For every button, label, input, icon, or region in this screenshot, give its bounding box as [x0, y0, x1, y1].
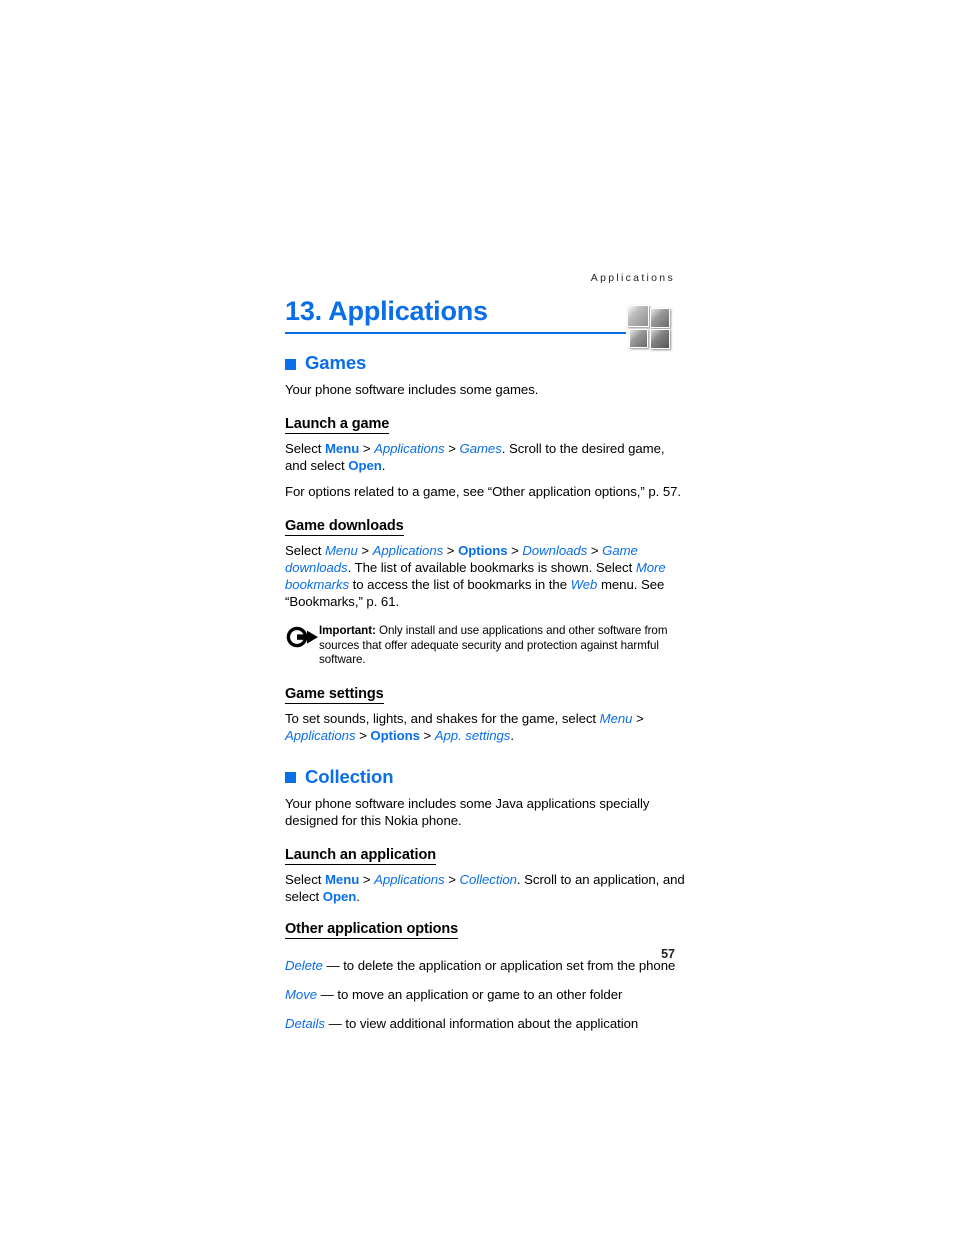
ui-ref-options: Options — [370, 727, 420, 743]
subheading-other-application-options: Other application options — [285, 920, 459, 939]
subsection-launch-a-game: Launch a game — [285, 415, 685, 440]
app-grid-icon-square-1 — [627, 305, 649, 327]
separator: > — [359, 441, 375, 456]
text-to-set: To set sounds, lights, and shakes for th… — [285, 710, 600, 726]
subheading-launch-a-game: Launch a game — [285, 416, 390, 434]
section-heading-games: Games — [285, 352, 685, 374]
content-column: Games Your phone software includes some … — [285, 352, 685, 1032]
ui-ref-applications: Applications — [374, 441, 445, 456]
app-grid-icon-square-2 — [650, 308, 670, 328]
option-term: Move — [285, 986, 318, 1002]
separator: > — [359, 871, 375, 887]
section-heading-collection-label: Collection — [305, 765, 394, 787]
subheading-game-downloads: Game downloads — [285, 518, 404, 536]
text-period: . — [356, 888, 360, 904]
ui-ref-menu: Menu — [599, 710, 633, 726]
section-bullet-icon — [285, 772, 296, 784]
ui-ref-downloads: Downloads — [522, 543, 588, 558]
separator: > — [355, 727, 371, 743]
option-description: — to move an application or game to an o… — [317, 986, 623, 1002]
text-bookmarks-shown: . The list of available bookmarks is sho… — [347, 560, 636, 575]
text-period: . — [510, 727, 514, 743]
separator: > — [357, 543, 373, 558]
ui-ref-collection: Collection — [459, 871, 517, 887]
section-heading-games-label: Games — [305, 352, 367, 373]
subheading-game-settings: Game settings — [285, 685, 384, 704]
ui-ref-open: Open — [348, 458, 382, 473]
section-heading-collection: Collection — [285, 766, 685, 788]
app-grid-icon — [627, 305, 671, 349]
option-item-move: Move — to move an application or game to… — [285, 986, 685, 1003]
important-note-lead: Important: — [319, 624, 376, 637]
separator: > — [587, 543, 603, 558]
text-select: Select — [285, 871, 325, 887]
launch-a-game-paragraph: Select Menu > Applications > Games. Scro… — [285, 440, 685, 474]
option-description: — to view additional information about t… — [324, 1015, 639, 1031]
ui-ref-menu: Menu — [324, 543, 358, 558]
separator: > — [443, 543, 459, 558]
collection-intro: Your phone software includes some Java a… — [285, 795, 650, 828]
separator: > — [632, 710, 644, 726]
ui-ref-applications: Applications — [285, 727, 356, 743]
subsection-other-application-options: Other application options — [285, 920, 685, 945]
app-grid-icon-square-3 — [629, 329, 648, 348]
ui-ref-applications: Applications — [372, 543, 444, 558]
document-page: Applications 13. Applications Games Your… — [0, 0, 954, 1235]
text-to-access: to access the list of bookmarks in the — [349, 577, 571, 592]
subsection-game-downloads: Game downloads — [285, 517, 685, 542]
ui-ref-open: Open — [322, 888, 357, 904]
section-bullet-icon — [285, 358, 296, 370]
important-arrow-icon — [285, 625, 319, 649]
option-item-details: Details — to view additional information… — [285, 1015, 685, 1032]
ui-ref-applications: Applications — [374, 871, 445, 887]
separator: > — [507, 543, 523, 558]
chapter-title: 13. Applications — [285, 296, 488, 326]
separator: > — [444, 871, 460, 887]
subsection-game-settings: Game settings — [285, 685, 685, 710]
page-number: 57 — [661, 947, 675, 961]
games-intro: Your phone software includes some games. — [285, 382, 539, 397]
important-note: Important: Only install and use applicat… — [285, 624, 685, 668]
important-note-text: Important: Only install and use applicat… — [319, 624, 685, 668]
ui-ref-menu: Menu — [324, 441, 360, 456]
separator: > — [444, 441, 460, 456]
game-downloads-paragraph: Select Menu > Applications > Options > D… — [285, 542, 685, 610]
text-period: . — [381, 458, 386, 473]
ui-ref-games: Games — [459, 441, 502, 456]
ui-ref-app-settings: App. settings — [434, 727, 511, 743]
text-select: Select — [285, 441, 325, 456]
subheading-launch-an-application: Launch an application — [285, 846, 436, 865]
app-grid-icon-square-4 — [650, 329, 670, 349]
running-header: Applications — [590, 272, 675, 284]
separator: > — [419, 727, 435, 743]
text-select: Select — [285, 543, 325, 558]
game-settings-paragraph: To set sounds, lights, and shakes for th… — [285, 710, 685, 744]
ui-ref-menu: Menu — [324, 871, 360, 887]
launch-an-application-paragraph: Select Menu > Applications > Collection.… — [285, 871, 685, 905]
subsection-launch-an-application: Launch an application — [285, 846, 685, 871]
launch-a-game-crossref: For options related to a game, see “Othe… — [285, 484, 682, 499]
option-term: Details — [285, 1015, 325, 1031]
ui-ref-web: Web — [570, 577, 598, 592]
ui-ref-options: Options — [458, 543, 508, 558]
title-divider — [285, 332, 626, 334]
